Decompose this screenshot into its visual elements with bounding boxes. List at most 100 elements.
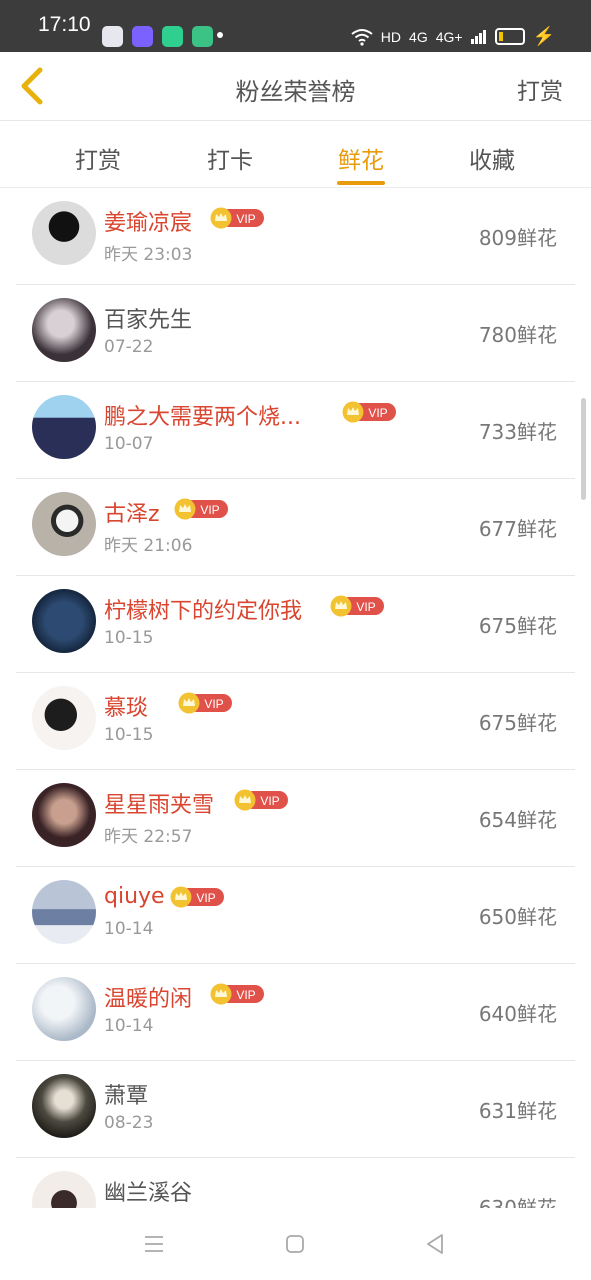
back-triangle-icon[interactable] [423, 1232, 447, 1256]
bag-app-icon [162, 26, 183, 47]
user-name[interactable]: 姜瑜凉宸 [104, 205, 192, 237]
list-item[interactable]: 星星雨夹雪 VIP 昨天 22:57 654鲜花 [16, 770, 575, 867]
list-item[interactable]: qiuye VIP 10-14 650鲜花 [16, 867, 575, 964]
vip-badge: VIP [210, 983, 264, 1005]
date: 10-15 [104, 628, 154, 648]
system-nav-bar [0, 1208, 591, 1280]
vip-badge: VIP [342, 401, 396, 423]
fan-list: 姜瑜凉宸 VIP 昨天 23:03 809鲜花 百家先生 07-22 780鲜花… [16, 188, 575, 1208]
flower-count: 675鲜花 [478, 614, 557, 638]
user-name[interactable]: 温暖的闲 [104, 981, 192, 1013]
wifi-icon [351, 28, 373, 46]
user-name[interactable]: 鹏之大需要两个烧... [104, 399, 301, 431]
date: 07-22 [104, 337, 154, 357]
battery-icon [494, 28, 525, 45]
tip-button[interactable]: 打赏 [517, 72, 563, 106]
date: 昨天 23:03 [104, 245, 193, 265]
vip-label: VIP [356, 600, 375, 614]
list-item[interactable]: 姜瑜凉宸 VIP 昨天 23:03 809鲜花 [16, 188, 575, 285]
flower-count: 780鲜花 [478, 323, 557, 347]
avatar[interactable] [32, 783, 96, 847]
vip-badge: VIP [210, 207, 264, 229]
user-name[interactable]: 星星雨夹雪 [104, 787, 214, 819]
store-app-icon [132, 26, 153, 47]
vip-badge: VIP [170, 886, 224, 908]
avatar[interactable] [32, 395, 96, 459]
vip-badge: VIP [178, 692, 232, 714]
vip-label: VIP [236, 988, 255, 1002]
avatar[interactable] [32, 492, 96, 556]
more-notifications-icon [217, 32, 223, 38]
flower-count: 640鲜花 [478, 1002, 557, 1026]
user-name[interactable]: 萧覃 [104, 1078, 148, 1110]
tab-tip[interactable]: 打赏 [53, 141, 143, 175]
flower-count: 677鲜花 [478, 517, 557, 541]
avatar[interactable] [32, 880, 96, 944]
signal-4g-plus: 4G+ [435, 28, 463, 45]
status-bar: 17:10 HD 4G 4G+ ⚡ [0, 0, 591, 52]
user-name[interactable]: 幽兰溪谷 [104, 1175, 192, 1207]
date: 昨天 22:57 [104, 827, 193, 847]
list-item[interactable]: 古泽z VIP 昨天 21:06 677鲜花 [16, 479, 575, 576]
charging-icon: ⚡ [532, 26, 555, 46]
list-item[interactable]: 鹏之大需要两个烧... VIP 10-07 733鲜花 [16, 382, 575, 479]
active-tab-indicator [337, 181, 385, 185]
vip-badge: VIP [330, 595, 384, 617]
hd-indicator: HD [380, 28, 402, 45]
avatar[interactable] [32, 977, 96, 1041]
vip-badge: VIP [234, 789, 288, 811]
vip-label: VIP [368, 406, 387, 420]
video-app-icon [102, 26, 123, 47]
list-item[interactable]: 慕琰 VIP 10-15 675鲜花 [16, 673, 575, 770]
menu-icon[interactable] [142, 1232, 166, 1256]
list-item[interactable]: 百家先生 07-22 780鲜花 [16, 285, 575, 382]
flower-count: 631鲜花 [478, 1099, 557, 1123]
date: 10-07 [104, 434, 154, 454]
signal-4g: 4G [409, 28, 428, 45]
user-name[interactable]: 古泽z [104, 496, 160, 528]
notification-icons [102, 26, 213, 47]
date: 10-14 [104, 1016, 154, 1036]
flower-count: 630鲜花 [478, 1196, 557, 1208]
date: 08-23 [104, 1113, 154, 1133]
vip-label: VIP [200, 503, 219, 517]
user-name[interactable]: 百家先生 [104, 302, 192, 334]
tab-bar: 打赏 打卡 鲜花 收藏 [0, 121, 591, 188]
avatar[interactable] [32, 686, 96, 750]
user-name[interactable]: 慕琰 [104, 690, 148, 722]
signal-icon [470, 29, 486, 44]
date: 昨天 21:06 [104, 536, 193, 556]
date: 10-15 [104, 725, 154, 745]
vip-badge: VIP [174, 498, 228, 520]
flower-count: 809鲜花 [478, 226, 557, 250]
vip-label: VIP [236, 212, 255, 226]
tab-favorites[interactable]: 收藏 [447, 141, 537, 175]
status-time: 17:10 [38, 13, 91, 36]
flower-count: 675鲜花 [478, 711, 557, 735]
avatar[interactable] [32, 589, 96, 653]
scrollbar[interactable] [581, 398, 586, 500]
avatar[interactable] [32, 298, 96, 362]
system-indicators: HD 4G 4G+ ⚡ [351, 26, 555, 47]
tab-flowers[interactable]: 鲜花 [316, 141, 406, 175]
vip-label: VIP [204, 697, 223, 711]
tab-checkin[interactable]: 打卡 [185, 141, 275, 175]
avatar[interactable] [32, 1074, 96, 1138]
list-item[interactable]: 温暖的闲 VIP 10-14 640鲜花 [16, 964, 575, 1061]
list-item[interactable]: 柠檬树下的约定你我 VIP 10-15 675鲜花 [16, 576, 575, 673]
user-name[interactable]: 柠檬树下的约定你我 [104, 593, 302, 625]
page-title: 粉丝荣誉榜 [235, 78, 356, 106]
flower-count: 733鲜花 [478, 420, 557, 444]
vip-label: VIP [196, 891, 215, 905]
flower-count: 650鲜花 [478, 905, 557, 929]
avatar[interactable] [32, 201, 96, 265]
home-icon[interactable] [283, 1232, 307, 1256]
list-item[interactable]: 幽兰溪谷 630鲜花 [16, 1158, 575, 1208]
list-item[interactable]: 萧覃 08-23 631鲜花 [16, 1061, 575, 1158]
avatar[interactable] [32, 1171, 96, 1208]
user-name[interactable]: qiuye [104, 884, 165, 909]
flower-count: 654鲜花 [478, 808, 557, 832]
book-app-icon [192, 26, 213, 47]
header: 粉丝荣誉榜 打赏 [0, 52, 591, 121]
date: 10-14 [104, 919, 154, 939]
